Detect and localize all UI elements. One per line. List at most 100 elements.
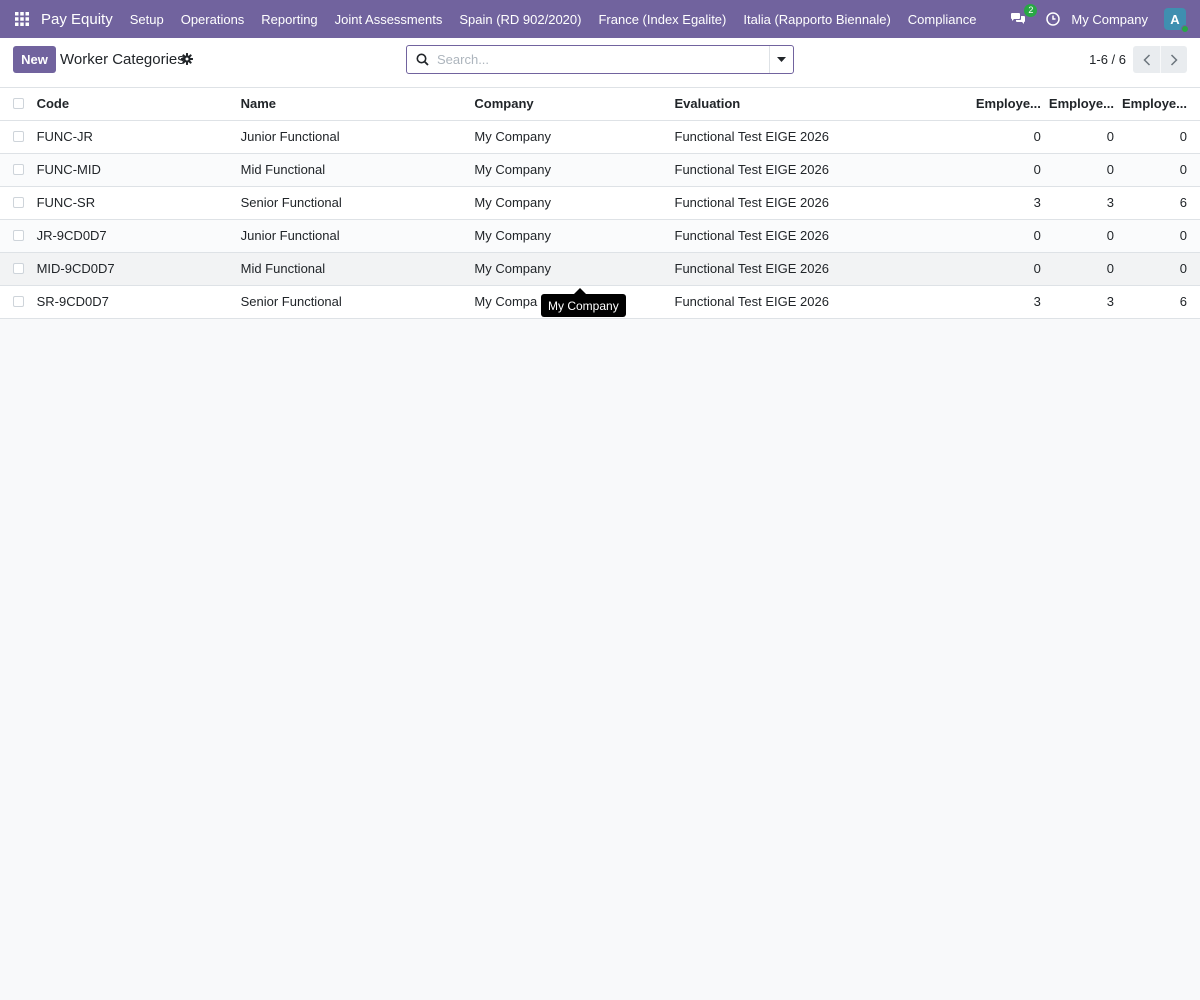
row-checkbox[interactable] — [13, 164, 24, 175]
chat-count-badge: 2 — [1024, 4, 1038, 17]
cell-code: FUNC-MID — [36, 153, 241, 187]
cell-evaluation: Functional Test EIGE 2026 — [674, 252, 976, 286]
navbar-systray: 2 My Company A — [1007, 0, 1200, 38]
row-checkbox[interactable] — [13, 131, 24, 142]
menu-joint-assessments[interactable]: Joint Assessments — [335, 12, 443, 27]
new-button[interactable]: New — [13, 46, 56, 73]
cell-employees-1: 3 — [975, 285, 1049, 319]
cell-company: My Company — [474, 252, 675, 286]
cell-code: MID-9CD0D7 — [36, 252, 241, 286]
column-header-evaluation[interactable]: Evaluation — [674, 88, 976, 121]
cell-name: Mid Functional — [240, 153, 475, 187]
search-input[interactable] — [437, 46, 769, 73]
search-options-toggle[interactable] — [769, 46, 793, 73]
menu-spain[interactable]: Spain (RD 902/2020) — [459, 12, 581, 27]
tooltip-arrow — [574, 288, 586, 294]
row-checkbox[interactable] — [13, 197, 24, 208]
cell-employees-3: 0 — [1121, 252, 1200, 286]
cell-employees-2: 0 — [1048, 153, 1122, 187]
column-header-employees-2[interactable]: Employe... — [1048, 88, 1122, 121]
menu-operations[interactable]: Operations — [181, 12, 245, 27]
cell-employees-2: 0 — [1048, 219, 1122, 253]
cell-evaluation: Functional Test EIGE 2026 — [674, 186, 976, 220]
cell-code: FUNC-JR — [36, 120, 241, 154]
row-checkbox[interactable] — [13, 263, 24, 274]
cell-name: Junior Functional — [240, 120, 475, 154]
app-name[interactable]: Pay Equity — [41, 11, 113, 28]
menu-italia[interactable]: Italia (Rapporto Biennale) — [743, 12, 890, 27]
cell-employees-2: 0 — [1048, 252, 1122, 286]
select-all-checkbox[interactable] — [13, 98, 24, 110]
cell-evaluation: Functional Test EIGE 2026 — [674, 285, 976, 319]
clock-icon — [1046, 12, 1061, 26]
activity-button[interactable] — [1045, 11, 1061, 27]
search-bar — [406, 45, 794, 74]
cell-employees-3: 6 — [1121, 285, 1200, 319]
table-header-row: Code Name Company Evaluation Employe... … — [0, 88, 1200, 121]
column-header-employees-1[interactable]: Employe... — [975, 88, 1049, 121]
menu-france[interactable]: France (Index Egalite) — [598, 12, 726, 27]
company-tooltip: My Company — [541, 288, 626, 317]
cell-employees-2: 0 — [1048, 120, 1122, 154]
chevron-right-icon — [1170, 53, 1178, 66]
cell-evaluation: Functional Test EIGE 2026 — [674, 120, 976, 154]
cell-code: SR-9CD0D7 — [36, 285, 241, 319]
messaging-button[interactable]: 2 — [1007, 4, 1038, 30]
caret-down-icon — [777, 56, 786, 62]
table-row[interactable]: FUNC-MID Mid Functional My Company Funct… — [0, 153, 1200, 187]
search-icon — [407, 53, 437, 66]
cell-employees-3: 0 — [1121, 153, 1200, 187]
cell-company: My Company — [474, 120, 675, 154]
cell-employees-3: 0 — [1121, 120, 1200, 154]
table-row[interactable]: FUNC-JR Junior Functional My Company Fun… — [0, 120, 1200, 154]
cell-code: JR-9CD0D7 — [36, 219, 241, 253]
control-panel: New Worker Categories 1-6 / 6 — [0, 38, 1200, 88]
cell-employees-1: 0 — [975, 120, 1049, 154]
cell-employees-2: 3 — [1048, 285, 1122, 319]
tooltip-text: My Company — [548, 298, 619, 313]
row-checkbox[interactable] — [13, 230, 24, 241]
cell-name: Senior Functional — [240, 186, 475, 220]
cell-name: Mid Functional — [240, 252, 475, 286]
pager-next-button[interactable] — [1160, 46, 1187, 73]
gear-icon[interactable] — [181, 53, 193, 65]
cell-company: My Company — [474, 186, 675, 220]
column-header-name[interactable]: Name — [240, 88, 475, 121]
company-switcher[interactable]: My Company — [1071, 12, 1148, 27]
pager-previous-button[interactable] — [1133, 46, 1160, 73]
pager-value[interactable]: 1-6 / 6 — [1089, 52, 1126, 67]
table-row[interactable]: JR-9CD0D7 Junior Functional My Company F… — [0, 219, 1200, 253]
chevron-left-icon — [1142, 53, 1150, 66]
row-checkbox[interactable] — [13, 296, 24, 307]
cell-name: Junior Functional — [240, 219, 475, 253]
menu-setup[interactable]: Setup — [130, 12, 164, 27]
column-header-employees-3[interactable]: Employe... — [1121, 88, 1200, 121]
apps-grid-icon[interactable] — [12, 9, 32, 29]
menu-compliance[interactable]: Compliance — [908, 12, 977, 27]
online-status-dot — [1181, 25, 1189, 33]
cell-evaluation: Functional Test EIGE 2026 — [674, 153, 976, 187]
cell-employees-3: 6 — [1121, 186, 1200, 220]
cell-employees-1: 0 — [975, 252, 1049, 286]
cell-employees-2: 3 — [1048, 186, 1122, 220]
cell-name: Senior Functional — [240, 285, 475, 319]
cell-employees-1: 0 — [975, 219, 1049, 253]
page-title: Worker Categories — [60, 51, 185, 68]
user-avatar[interactable]: A — [1164, 8, 1189, 33]
avatar-initial: A — [1170, 11, 1180, 27]
table-row[interactable]: MID-9CD0D7 Mid Functional My Company Fun… — [0, 252, 1200, 286]
cell-employees-1: 0 — [975, 153, 1049, 187]
top-navbar: Pay Equity Setup Operations Reporting Jo… — [0, 0, 1200, 38]
column-header-code[interactable]: Code — [36, 88, 241, 121]
table-row[interactable]: FUNC-SR Senior Functional My Company Fun… — [0, 186, 1200, 220]
cell-employees-3: 0 — [1121, 219, 1200, 253]
worker-categories-table: Code Name Company Evaluation Employe... … — [0, 88, 1200, 319]
chat-icon — [1011, 13, 1026, 24]
cell-company: My Company — [474, 219, 675, 253]
cell-company: My Company — [474, 153, 675, 187]
cell-code: FUNC-SR — [36, 186, 241, 220]
select-all-cell — [0, 88, 37, 121]
menu-reporting[interactable]: Reporting — [261, 12, 317, 27]
column-header-company[interactable]: Company — [474, 88, 675, 121]
cell-employees-1: 3 — [975, 186, 1049, 220]
